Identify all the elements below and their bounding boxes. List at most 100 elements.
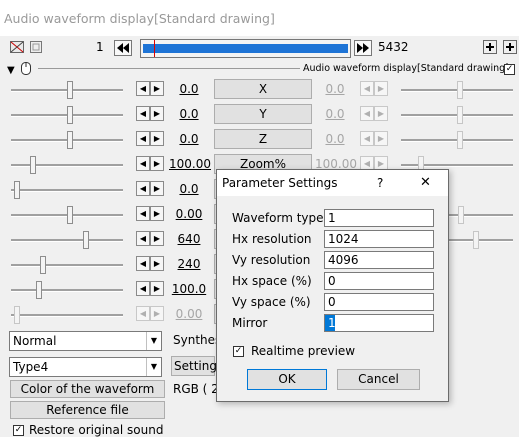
decrement-arrow-icon[interactable]: ◀ [136,231,150,246]
left-slider-thumb[interactable] [40,256,46,274]
left-slider-thumb[interactable] [67,106,73,124]
type-select[interactable]: Type4 ▼ [9,357,162,377]
restore-sound-checkbox[interactable]: ✓ [13,425,24,436]
right-value[interactable]: 0.0 [315,82,355,96]
right-slider-thumb[interactable] [473,231,479,249]
increment-arrow-icon[interactable]: ▶ [150,281,164,296]
param-name-button[interactable]: Y [214,104,312,124]
dialog-field-label: Hx space (%) [232,274,312,288]
decrement-arrow-icon[interactable]: ◀ [136,106,150,121]
left-slider-track[interactable] [11,164,123,167]
increment-arrow-icon[interactable]: ▶ [150,256,164,271]
decrement-arrow-icon[interactable]: ◀ [360,81,374,96]
help-icon[interactable]: ? [377,176,383,190]
right-slider-thumb[interactable] [457,131,463,149]
dialog-field-label: Hx resolution [232,232,312,246]
left-slider-thumb[interactable] [14,306,20,324]
increment-arrow-icon[interactable]: ▶ [150,181,164,196]
grid-icon[interactable] [30,41,42,53]
decrement-arrow-icon[interactable]: ◀ [136,181,150,196]
timeline-cursor[interactable] [154,40,155,57]
dialog-field-input[interactable]: 1024 [324,230,434,248]
decrement-arrow-icon[interactable]: ◀ [136,306,150,321]
left-slider-thumb[interactable] [36,281,42,299]
increment-arrow-icon[interactable]: ▶ [150,106,164,121]
setting-button[interactable]: Setting [171,356,217,376]
param-name-button[interactable]: X [214,79,312,99]
left-value[interactable]: 240 [169,257,209,271]
decrement-arrow-icon[interactable]: ◀ [136,156,150,171]
mouse-icon [21,62,31,75]
realtime-preview-checkbox[interactable]: ✓ [233,346,244,357]
left-slider-thumb[interactable] [30,156,36,174]
restore-sound-label: Restore original sound [29,423,164,437]
decrement-arrow-icon[interactable]: ◀ [136,81,150,96]
dialog-field-input[interactable]: 0 [324,293,434,311]
left-value[interactable]: 640 [169,232,209,246]
dialog-field-input[interactable]: 0 [324,272,434,290]
left-value[interactable]: 100.00 [169,157,211,171]
add-filter-icon[interactable] [503,40,517,54]
left-slider-track[interactable] [11,189,123,192]
left-value[interactable]: 0.0 [169,182,209,196]
left-value[interactable]: 0.0 [169,107,209,121]
decrement-arrow-icon[interactable]: ◀ [136,281,150,296]
increment-arrow-icon[interactable]: ▶ [374,131,388,146]
add-icon-a[interactable] [483,40,497,54]
increment-arrow-icon[interactable]: ▶ [150,156,164,171]
increment-arrow-icon[interactable]: ▶ [374,106,388,121]
collapse-icon[interactable]: ▼ [7,65,15,76]
decrement-arrow-icon[interactable]: ◀ [136,206,150,221]
left-slider-track[interactable] [11,264,123,267]
parameter-settings-dialog: Parameter Settings ? ✕ Waveform type 1 Hx … [216,169,449,402]
start-frame: 1 [96,40,104,54]
right-value[interactable]: 0.0 [315,107,355,121]
close-icon[interactable]: ✕ [420,175,431,190]
left-value[interactable]: 0.00 [169,207,209,221]
dialog-field-label: Vy space (%) [232,295,311,309]
left-value[interactable]: 0.00 [169,307,209,321]
dialog-title: Parameter Settings [222,176,338,190]
ok-button[interactable]: OK [247,369,327,390]
increment-arrow-icon[interactable]: ▶ [150,81,164,96]
left-value[interactable]: 0.0 [169,132,209,146]
prev-frame-button[interactable] [114,40,132,56]
decrement-arrow-icon[interactable]: ◀ [136,256,150,271]
increment-arrow-icon[interactable]: ▶ [374,81,388,96]
left-value[interactable]: 0.0 [169,82,209,96]
left-slider-track[interactable] [11,289,123,292]
left-slider-thumb[interactable] [14,181,20,199]
object-enabled-checkbox[interactable]: ✓ [504,64,515,75]
left-slider-thumb[interactable] [67,206,73,224]
increment-arrow-icon[interactable]: ▶ [150,206,164,221]
increment-arrow-icon[interactable]: ▶ [150,131,164,146]
right-slider-thumb[interactable] [458,206,464,224]
right-slider-thumb[interactable] [457,81,463,99]
blend-mode-select[interactable]: Normal ▼ [9,331,162,351]
left-slider-thumb[interactable] [83,231,89,249]
dialog-titlebar: Parameter Settings ? ✕ [217,170,448,196]
param-name-button[interactable]: Z [214,129,312,149]
decrement-arrow-icon[interactable]: ◀ [360,106,374,121]
layout-icon[interactable] [10,41,24,53]
increment-arrow-icon[interactable]: ▶ [150,306,164,321]
reference-file-button[interactable]: Reference file [10,401,165,419]
increment-arrow-icon[interactable]: ▶ [150,231,164,246]
decrement-arrow-icon[interactable]: ◀ [360,131,374,146]
left-slider-track[interactable] [11,314,123,317]
left-slider-thumb[interactable] [67,131,73,149]
object-divider [38,68,300,69]
right-value[interactable]: 0.0 [315,132,355,146]
dialog-field-input[interactable]: 4096 [324,251,434,269]
timeline-slider[interactable] [140,39,351,58]
color-waveform-button[interactable]: Color of the waveform [10,380,165,398]
decrement-arrow-icon[interactable]: ◀ [136,131,150,146]
left-slider-track[interactable] [11,239,123,242]
cancel-button[interactable]: Cancel [337,369,420,390]
dialog-field-input[interactable]: 1 [324,209,434,227]
left-value[interactable]: 100.0 [169,282,209,296]
right-slider-thumb[interactable] [457,106,463,124]
dialog-field-input[interactable]: 1 [324,314,434,332]
next-frame-button[interactable] [354,40,372,56]
left-slider-thumb[interactable] [67,81,73,99]
